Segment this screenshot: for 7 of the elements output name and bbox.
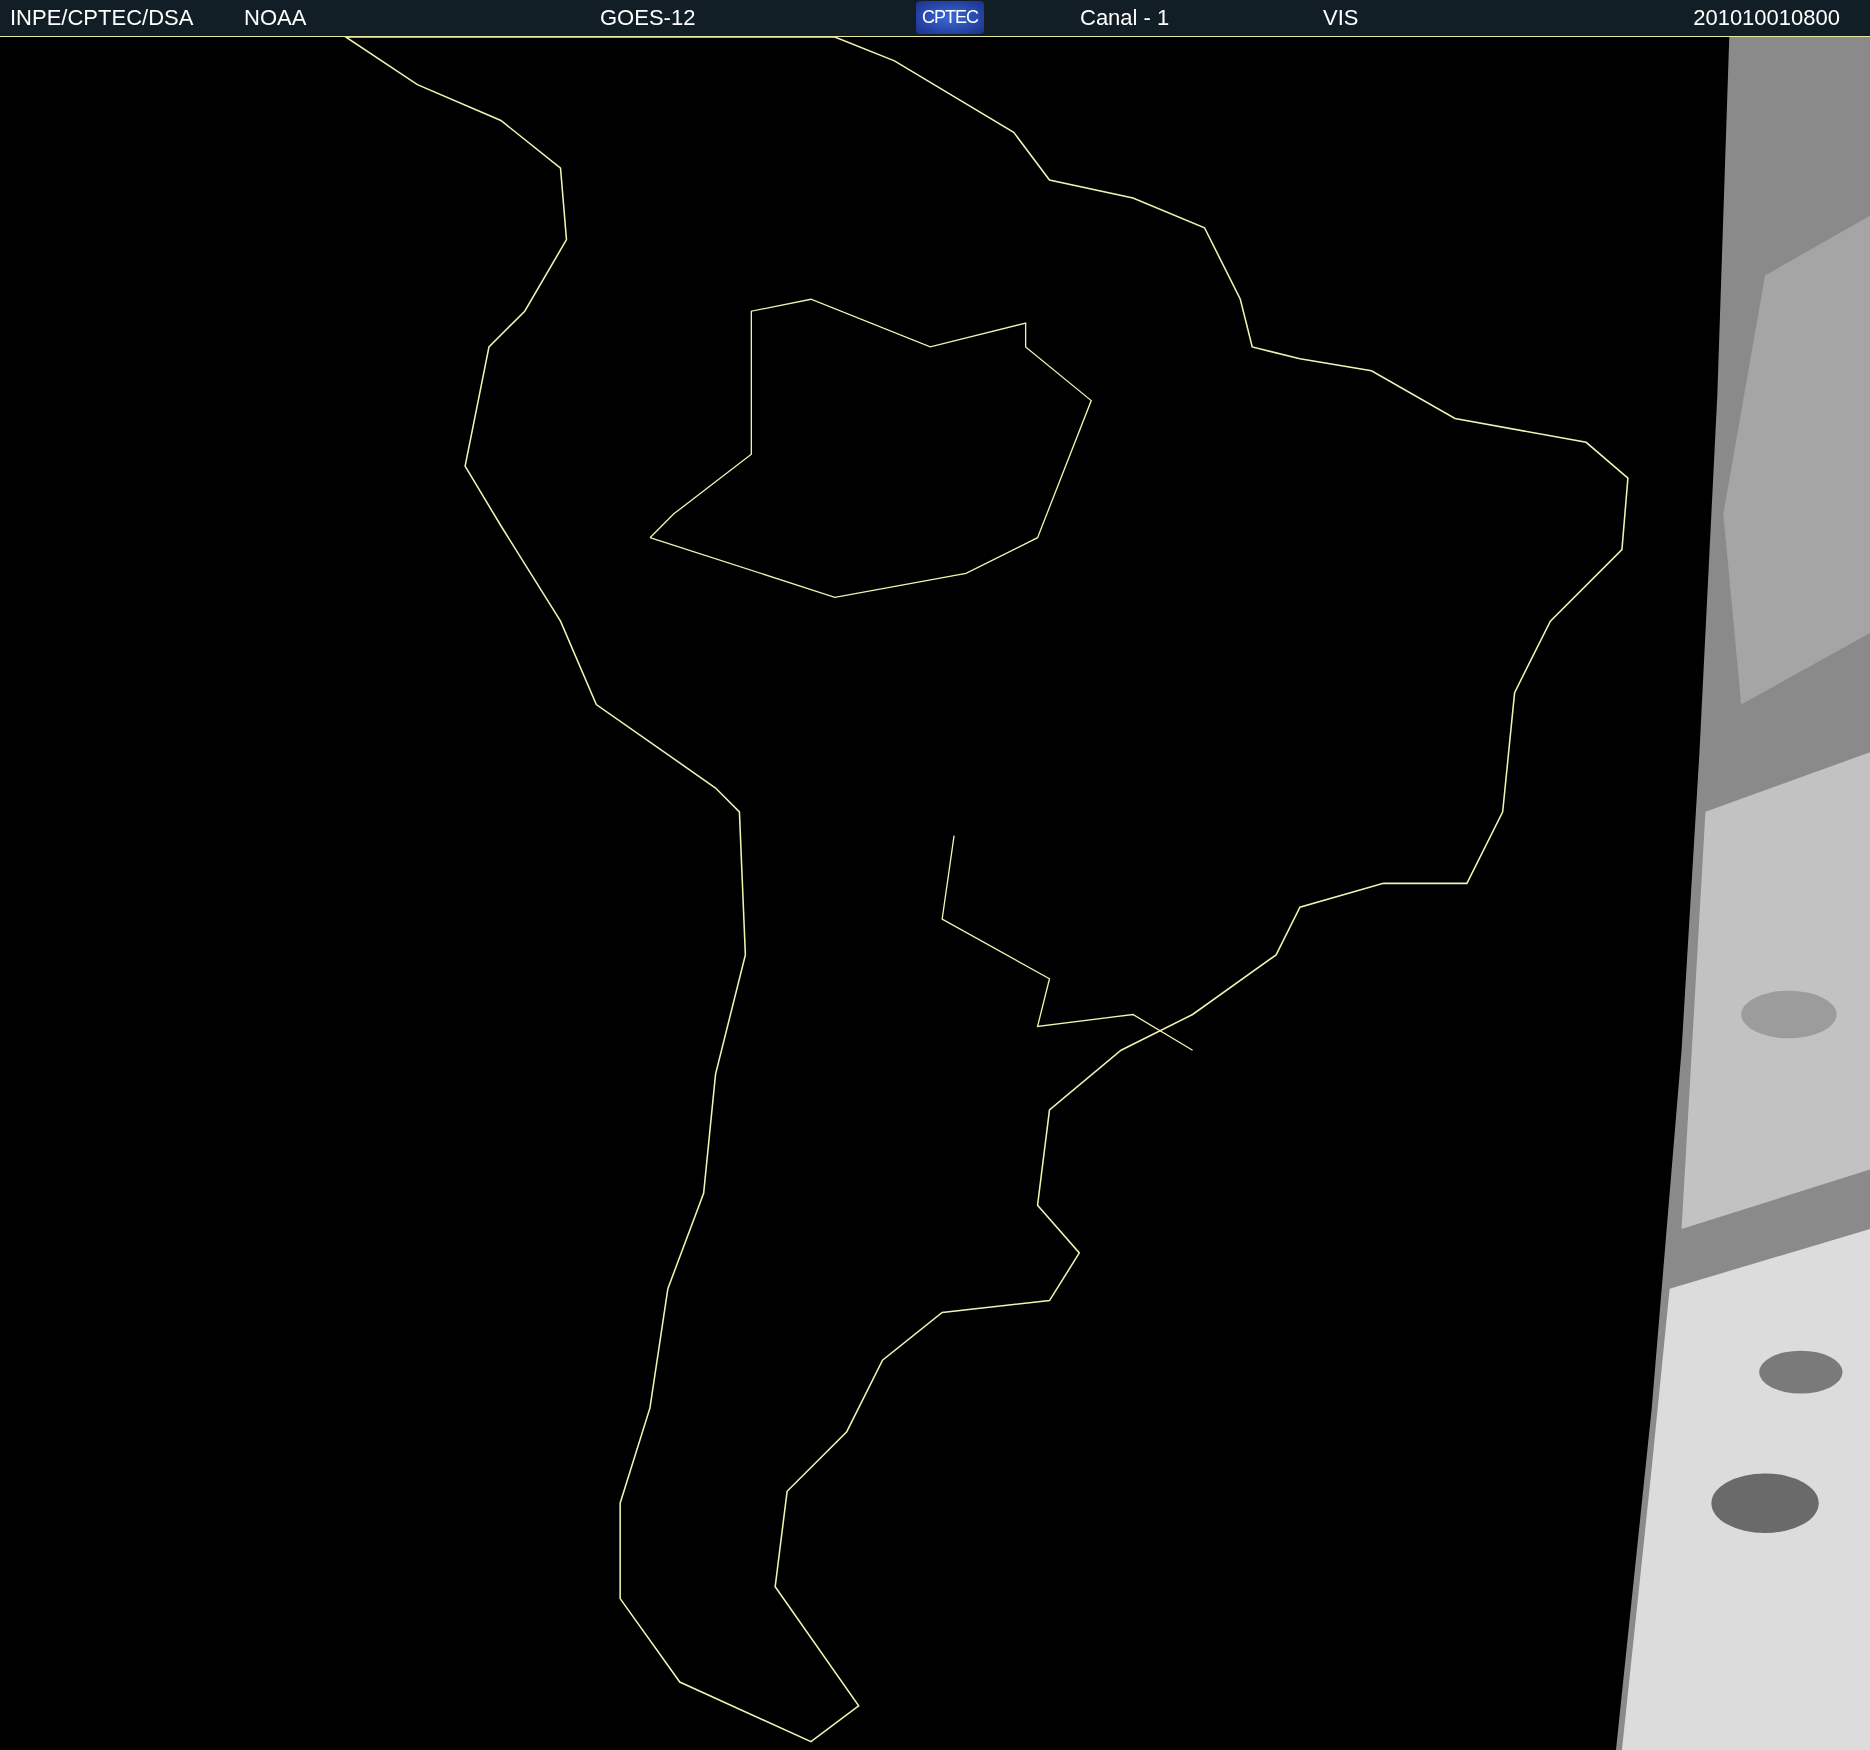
source-label: INPE/CPTEC/DSA xyxy=(10,6,194,30)
logo: CPTEC xyxy=(916,1,984,34)
channel-label: Canal - 1 xyxy=(1080,6,1170,30)
satellite-label: GOES-12 xyxy=(600,6,696,30)
timestamp: 201010010800 xyxy=(1693,6,1840,30)
agency-label: NOAA xyxy=(244,6,307,30)
band-label: VIS xyxy=(1323,6,1359,30)
